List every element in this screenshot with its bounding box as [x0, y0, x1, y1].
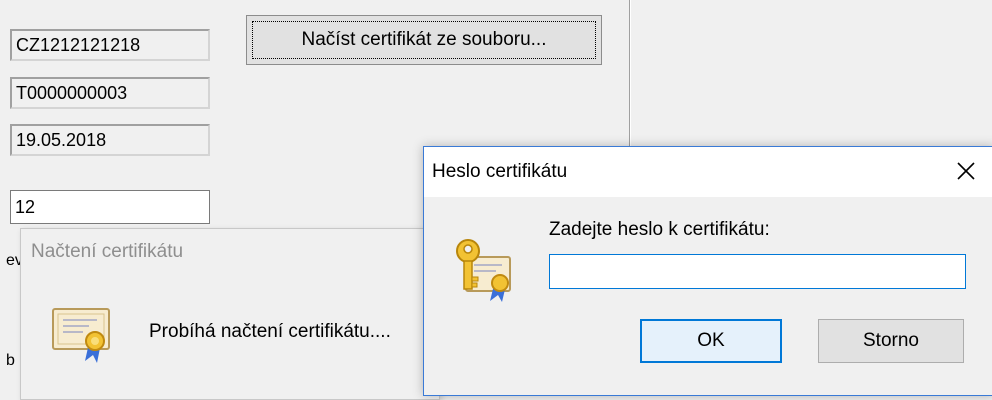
edit-field[interactable]: 12	[10, 190, 210, 224]
key-certificate-icon	[452, 237, 518, 308]
progress-dialog-title: Načtení certifikátu	[31, 241, 184, 262]
certificate-icon	[49, 303, 115, 370]
load-certificate-button-label: Načíst certifikát ze souboru...	[252, 21, 596, 59]
password-dialog-titlebar: Heslo certifikátu	[424, 147, 992, 197]
progress-message: Probíhá načtení certifikátu....	[149, 321, 391, 342]
cert-id-field: T0000000003	[10, 77, 210, 109]
cancel-button[interactable]: Storno	[818, 319, 964, 363]
load-certificate-button[interactable]: Načíst certifikát ze souboru...	[246, 15, 602, 65]
password-prompt: Zadejte heslo k certifikátu:	[549, 219, 770, 240]
progress-dialog: Načtení certifikátu Probíhá načtení cert…	[20, 228, 440, 400]
password-dialog-title: Heslo certifikátu	[432, 161, 568, 182]
dic-field: CZ1212121218	[10, 29, 210, 61]
password-dialog: Heslo certifikátu Zadejte heslo k certif…	[423, 146, 992, 396]
password-input[interactable]	[549, 254, 966, 289]
hidden-label-fragment-2: b	[6, 352, 15, 369]
close-button[interactable]	[944, 151, 988, 191]
ok-button[interactable]: OK	[640, 319, 782, 363]
date-field: 19.05.2018	[10, 124, 210, 156]
close-icon	[957, 162, 975, 180]
